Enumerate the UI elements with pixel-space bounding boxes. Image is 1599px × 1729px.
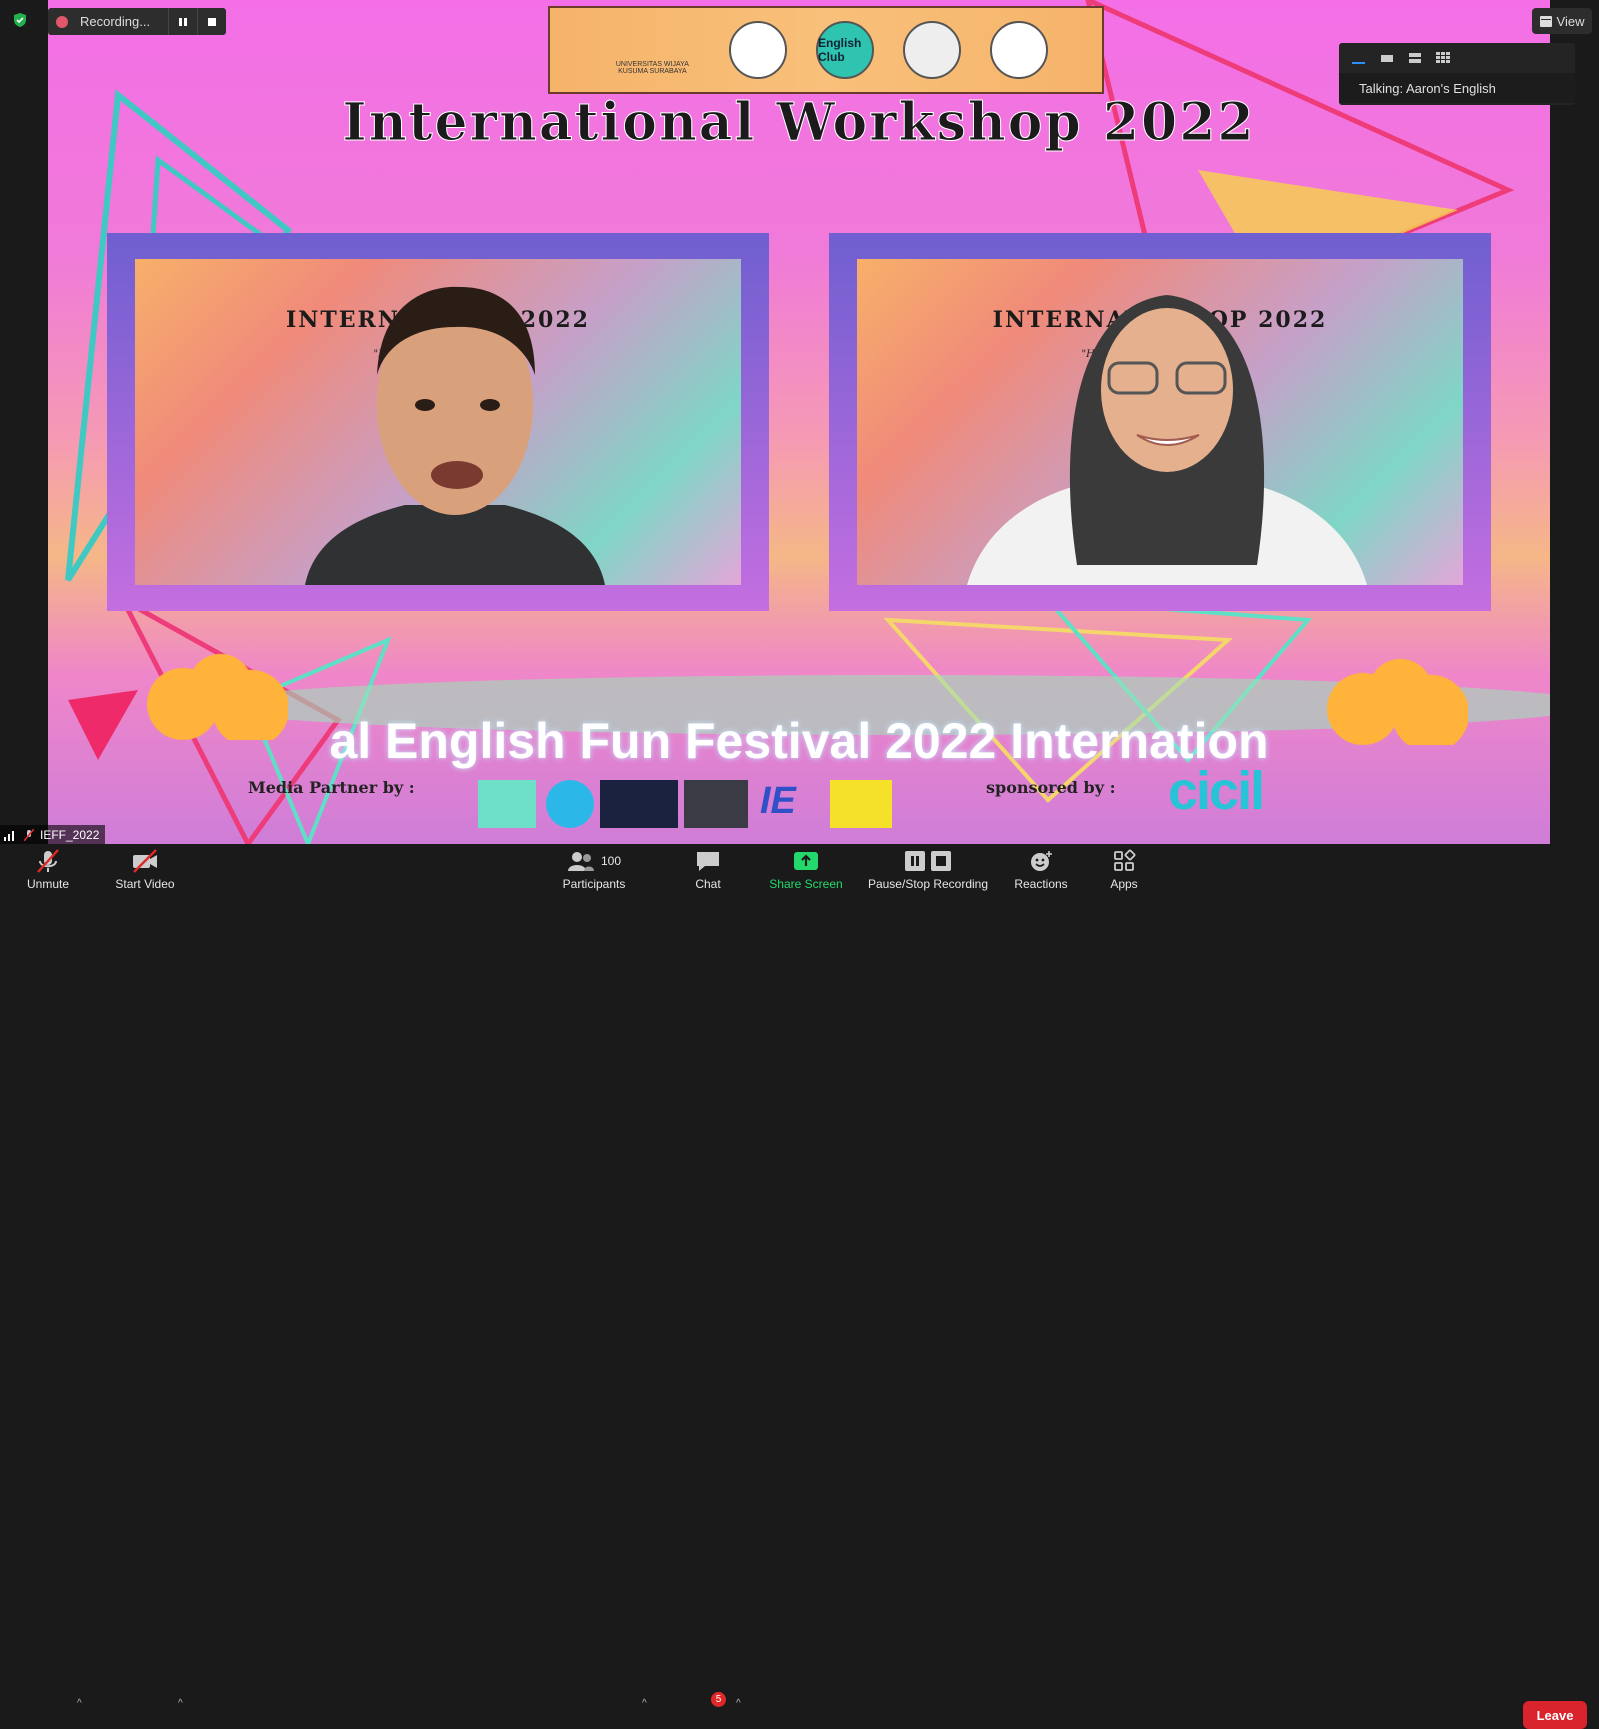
sponsor-logo: cicil <box>1168 761 1265 821</box>
chat-button[interactable]: Chat <box>688 844 728 899</box>
faculty-logo <box>902 21 961 79</box>
workshop-title: International Workshop 2022 <box>342 92 1256 154</box>
video-options-chevron-icon[interactable]: ^ <box>178 1698 183 1709</box>
stop-icon <box>931 851 951 871</box>
association-logo <box>729 21 788 79</box>
grid-view-icon <box>1539 15 1552 27</box>
talking-indicator: Talking: Aaron's English <box>1339 73 1575 103</box>
reactions-emoji-icon <box>1031 851 1052 871</box>
chat-options-chevron-icon[interactable]: ^ <box>736 1698 741 1709</box>
pause-icon <box>179 17 187 26</box>
media-partner-logo-3 <box>600 780 678 828</box>
pause-icon <box>905 851 925 871</box>
signal-icon <box>4 830 14 841</box>
stop-recording-button[interactable] <box>197 8 226 35</box>
speaker-left-silhouette <box>305 286 605 585</box>
apps-icon <box>1114 849 1136 871</box>
apps-label: Apps <box>1110 877 1138 891</box>
meeting-toolbar: Unmute ^ Start Video ^ 100 Participants … <box>0 844 1599 1729</box>
start-video-label: Start Video <box>115 877 175 891</box>
view-button[interactable]: View <box>1532 8 1592 34</box>
chat-unread-badge: 5 <box>711 1692 726 1707</box>
muted-mic-icon <box>24 828 34 841</box>
apps-button[interactable]: Apps <box>1100 844 1148 899</box>
english-club-logo: English Club <box>815 21 874 79</box>
sponsored-by-label: sponsored by : <box>986 778 1116 797</box>
gallery-view-icon[interactable] <box>1435 51 1451 65</box>
view-label: View <box>1556 13 1585 29</box>
video-frame-right: INTERNATIO HOP 2022 "How to Make Ou e a … <box>829 233 1491 611</box>
single-video-icon[interactable] <box>1379 51 1395 65</box>
participants-button[interactable]: 100 Participants <box>556 844 632 899</box>
video-off-icon <box>133 849 157 873</box>
speaker-right-silhouette <box>967 295 1367 585</box>
video-left: INTERN KSHOP 2022 "How Become a Success" <box>135 259 741 585</box>
share-screen-button[interactable]: Share Screen <box>766 844 846 899</box>
recording-dot-icon <box>56 15 68 28</box>
university-logo: UNIVERSITAS WIJAYA KUSUMA SURABAYA <box>604 25 700 75</box>
participant-name: IEFF_2022 <box>40 827 100 842</box>
media-partner-logo-4 <box>684 780 748 828</box>
speaker-view-icon[interactable] <box>1407 51 1423 65</box>
pause-stop-recording-label: Pause/Stop Recording <box>867 877 989 891</box>
reactions-button[interactable]: Reactions <box>1010 844 1072 899</box>
video-right: INTERNATIO HOP 2022 "How to Make Ou e a … <box>857 259 1463 585</box>
sponsor-banner: UNIVERSITAS WIJAYA KUSUMA SURABAYA Engli… <box>548 6 1104 94</box>
speaker-panel: Talking: Aaron's English <box>1339 43 1575 105</box>
media-partner-logo-1 <box>478 780 536 828</box>
shared-screen: UNIVERSITAS WIJAYA KUSUMA SURABAYA Engli… <box>48 0 1550 844</box>
participants-icon <box>567 852 594 871</box>
participants-options-chevron-icon[interactable]: ^ <box>642 1698 647 1709</box>
media-partner-logo-2 <box>546 780 594 828</box>
unmute-label: Unmute <box>26 877 70 891</box>
chat-icon <box>697 852 719 871</box>
pause-recording-button[interactable] <box>168 8 197 35</box>
leave-button[interactable]: Leave <box>1523 1701 1587 1729</box>
start-video-button[interactable]: Start Video <box>110 844 180 899</box>
media-partner-logo-5: IE <box>760 780 796 822</box>
share-screen-label: Share Screen <box>769 877 843 891</box>
muted-mic-icon <box>37 849 59 873</box>
department-logo <box>989 21 1048 79</box>
shield-icon[interactable] <box>12 12 28 28</box>
recording-label: Recording... <box>80 14 151 29</box>
university-logo-text: UNIVERSITAS WIJAYA KUSUMA SURABAYA <box>615 61 689 75</box>
share-screen-icon <box>794 852 818 870</box>
media-partner-logo-6 <box>830 780 892 828</box>
media-partner-label: Media Partner by : <box>248 778 415 797</box>
participants-count: 100 <box>600 854 622 868</box>
stop-icon <box>208 17 216 26</box>
participants-label: Participants <box>562 877 626 891</box>
participant-name-tag: IEFF_2022 <box>0 825 106 844</box>
festival-marquee: al English Fun Festival 2022 Internation <box>329 713 1269 769</box>
chat-label: Chat <box>695 877 721 891</box>
unmute-button[interactable]: Unmute <box>22 844 74 899</box>
pause-stop-recording-button[interactable]: Pause/Stop Recording <box>864 844 992 899</box>
english-club-logo-text: English Club <box>817 36 862 64</box>
reactions-label: Reactions <box>1014 877 1068 891</box>
meeting-stage: UNIVERSITAS WIJAYA KUSUMA SURABAYA Engli… <box>0 0 1599 844</box>
minimize-icon[interactable] <box>1351 51 1367 65</box>
video-frame-left: INTERN KSHOP 2022 "How Become a Success" <box>107 233 769 611</box>
audio-options-chevron-icon[interactable]: ^ <box>77 1698 82 1709</box>
recording-indicator: Recording... <box>48 8 226 35</box>
